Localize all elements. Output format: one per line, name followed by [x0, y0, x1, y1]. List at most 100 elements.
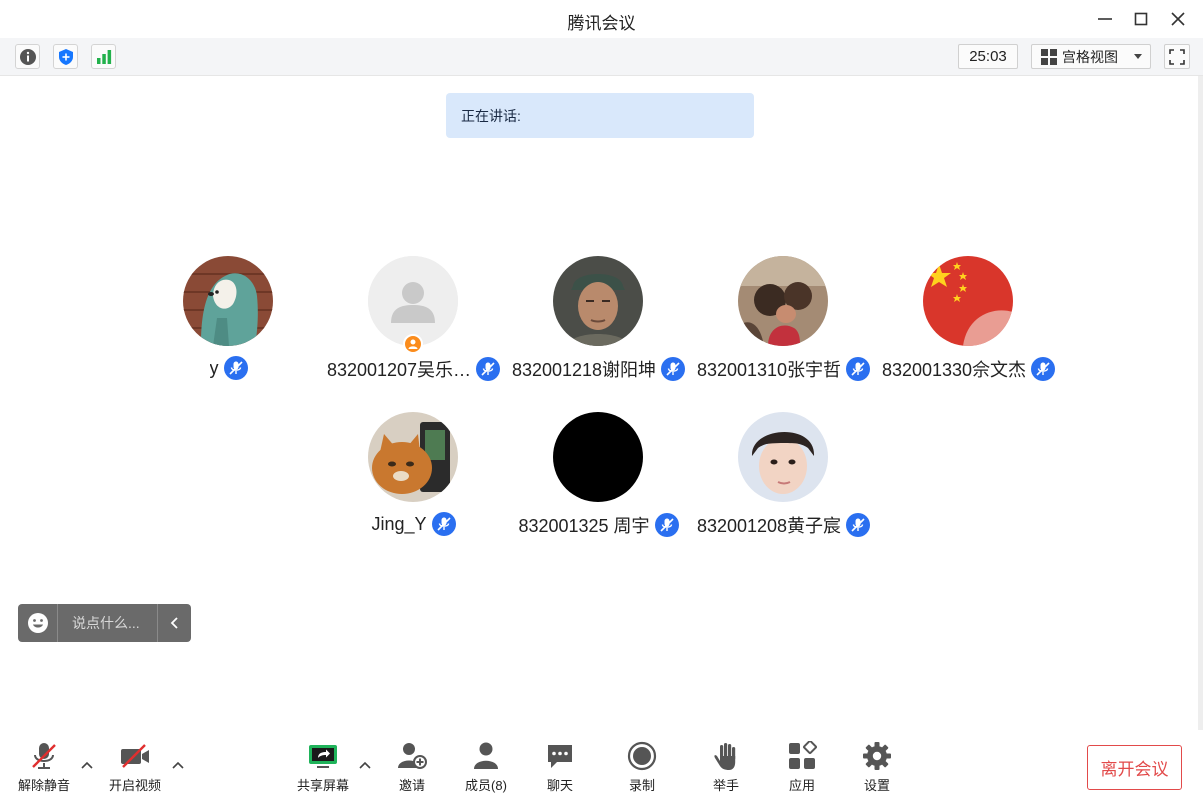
start-video-label: 开启视频 — [108, 778, 161, 793]
participant-name-row: 832001330佘文杰 — [876, 356, 1061, 382]
participant-name: 832001330佘文杰 — [881, 360, 1027, 380]
speaking-indicator: 正在讲话: — [446, 93, 754, 138]
invite-label: 邀请 — [398, 778, 425, 793]
man-portrait-avatar-icon — [553, 256, 643, 346]
mic-muted-icon — [1031, 357, 1056, 381]
mic-muted-icon — [431, 512, 456, 536]
participant-name-row: 832001310张宇哲 — [691, 356, 876, 382]
avatar — [368, 256, 458, 346]
cat-avatar-icon — [368, 412, 458, 502]
avatar — [183, 256, 273, 346]
shield-icon — [58, 48, 73, 65]
chevron-down-icon — [1134, 54, 1142, 59]
share-screen-icon — [309, 745, 337, 768]
meeting-toolbar: 25:03 宫格视图 — [0, 38, 1203, 76]
boy-portrait-avatar-icon — [738, 412, 828, 502]
participant-name: Jing_Y — [371, 513, 427, 534]
avatar — [553, 412, 643, 502]
signal-icon — [96, 49, 111, 64]
mic-muted-icon — [846, 513, 871, 537]
participant-tile[interactable]: 832001207吴乐… — [321, 256, 506, 386]
emoji-button[interactable] — [18, 604, 58, 642]
family-photo-avatar-icon — [738, 256, 828, 346]
participant-tile[interactable]: y — [136, 256, 321, 386]
raise-hand-label: 举手 — [712, 778, 739, 793]
maximize-button[interactable] — [1123, 6, 1159, 32]
chat-label: 聊天 — [546, 778, 573, 793]
bear-hoodie-avatar-icon — [183, 256, 273, 346]
members-icon — [474, 742, 498, 769]
chevron-up-icon — [81, 761, 93, 769]
meeting-info-button[interactable] — [15, 44, 40, 69]
close-button[interactable] — [1160, 6, 1196, 32]
participant-name: 832001218谢阳坤 — [511, 360, 657, 380]
participant-tile[interactable]: 832001310张宇哲 — [691, 256, 876, 386]
chevron-left-icon — [170, 617, 178, 629]
participant-tile[interactable]: 832001330佘文杰 — [876, 256, 1061, 386]
chat-quick-input[interactable]: 说点什么... — [18, 604, 191, 642]
view-mode-dropdown[interactable]: 宫格视图 — [1031, 44, 1151, 69]
members-label: 成员(8) — [465, 778, 507, 793]
speaking-label: 正在讲话: — [461, 108, 521, 124]
record-icon — [627, 741, 657, 771]
minimize-icon — [1098, 18, 1112, 20]
participant-name: 832001325 周宇 — [518, 516, 650, 536]
record-button[interactable]: 录制 — [607, 740, 677, 796]
avatar — [738, 256, 828, 346]
host-badge-icon — [403, 334, 423, 354]
raise-hand-button[interactable]: 举手 — [691, 740, 761, 796]
participant-name-row: Jing_Y — [321, 512, 506, 536]
participant-name-row: 832001218谢阳坤 — [506, 356, 691, 382]
mic-muted-icon — [846, 357, 871, 381]
meeting-timer: 25:03 — [958, 44, 1018, 69]
minimize-button[interactable] — [1087, 6, 1123, 32]
participant-name: y — [209, 357, 219, 378]
chat-placeholder[interactable]: 说点什么... — [58, 613, 157, 633]
bottom-control-bar: 解除静音 开启视频 共享屏幕 邀请 成员(8) 聊天 录制 举手 应用 设置 离… — [0, 730, 1203, 802]
title-bar: 腾讯会议 — [0, 0, 1203, 38]
participant-name: 832001310张宇哲 — [696, 360, 842, 380]
window-edge — [1198, 76, 1203, 730]
audio-options-button[interactable] — [78, 756, 96, 774]
unmute-label: 解除静音 — [17, 778, 70, 793]
participant-tile[interactable]: 832001218谢阳坤 — [506, 256, 691, 386]
participant-name: 832001207吴乐… — [326, 360, 472, 380]
share-screen-button[interactable]: 共享屏幕 — [288, 740, 358, 796]
view-mode-label: 宫格视图 — [1062, 48, 1118, 65]
add-user-icon — [398, 743, 427, 769]
participant-tile[interactable]: Jing_Y — [321, 412, 506, 542]
mic-muted-icon — [476, 357, 501, 381]
gear-icon — [863, 742, 891, 770]
leave-meeting-button[interactable]: 离开会议 — [1087, 745, 1182, 790]
share-options-button[interactable] — [356, 756, 374, 774]
mic-muted-icon — [223, 356, 248, 380]
members-button[interactable]: 成员(8) — [451, 740, 521, 796]
mic-muted-icon — [32, 743, 56, 769]
apps-icon — [789, 741, 817, 769]
chat-button[interactable]: 聊天 — [525, 740, 595, 796]
start-video-button[interactable]: 开启视频 — [100, 740, 170, 796]
settings-button[interactable]: 设置 — [842, 740, 912, 796]
mic-muted-icon — [654, 513, 679, 537]
participant-tile[interactable]: 832001208黄子宸 — [691, 412, 876, 542]
network-signal-button[interactable] — [91, 44, 116, 69]
collapse-chat-button[interactable] — [157, 604, 191, 642]
chevron-up-icon — [172, 761, 184, 769]
participant-name-row: y — [136, 356, 321, 380]
record-label: 录制 — [628, 778, 655, 793]
participant-name-row: 832001325 周宇 — [506, 512, 691, 538]
apps-button[interactable]: 应用 — [767, 740, 837, 796]
apps-label: 应用 — [788, 778, 815, 793]
security-button[interactable] — [53, 44, 78, 69]
grid-view-icon — [1041, 48, 1057, 65]
china-flag-avatar-icon — [923, 256, 1013, 346]
participant-name-row: 832001207吴乐… — [321, 356, 506, 382]
share-screen-label: 共享屏幕 — [296, 778, 349, 793]
participant-tile[interactable]: 832001325 周宇 — [506, 412, 691, 542]
unmute-button[interactable]: 解除静音 — [9, 740, 79, 796]
close-icon — [1171, 12, 1185, 26]
mic-muted-icon — [661, 357, 686, 381]
video-options-button[interactable] — [169, 756, 187, 774]
invite-button[interactable]: 邀请 — [377, 740, 447, 796]
fullscreen-button[interactable] — [1164, 44, 1190, 69]
